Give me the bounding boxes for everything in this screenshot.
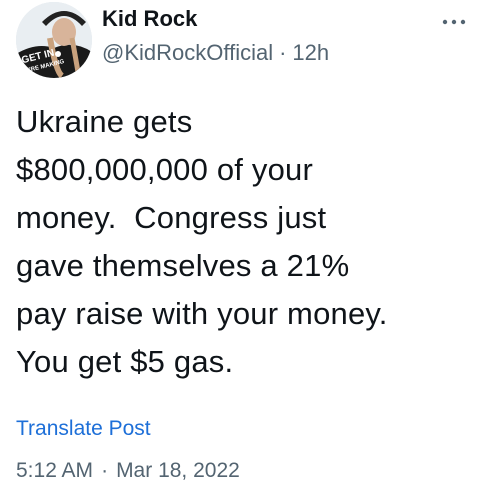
tweet-text: Ukraine gets $800,000,000 of your money.… (16, 104, 388, 379)
handle[interactable]: @KidRockOfficial (102, 40, 273, 65)
tweet-header: Kid Rock @KidRockOfficial · 12h (102, 6, 441, 66)
tweet: GET IN WE'RE MAKING Kid Rock @KidRockOff… (0, 0, 481, 500)
avatar-image: GET IN WE'RE MAKING (16, 2, 92, 78)
author-meta: @KidRockOfficial · 12h (102, 40, 441, 66)
translate-post-link[interactable]: Translate Post (16, 416, 151, 442)
post-timestamp[interactable]: 5:12 AM · Mar 18, 2022 (16, 458, 240, 484)
post-time: 5:12 AM (16, 459, 94, 482)
timestamp-separator: · (101, 459, 109, 482)
avatar[interactable]: GET IN WE'RE MAKING (16, 2, 92, 78)
display-name[interactable]: Kid Rock (102, 6, 441, 32)
post-date: Mar 18, 2022 (116, 459, 240, 482)
meta-separator: · (279, 40, 287, 65)
relative-time[interactable]: 12h (292, 40, 329, 65)
more-horizontal-icon[interactable] (439, 12, 469, 32)
